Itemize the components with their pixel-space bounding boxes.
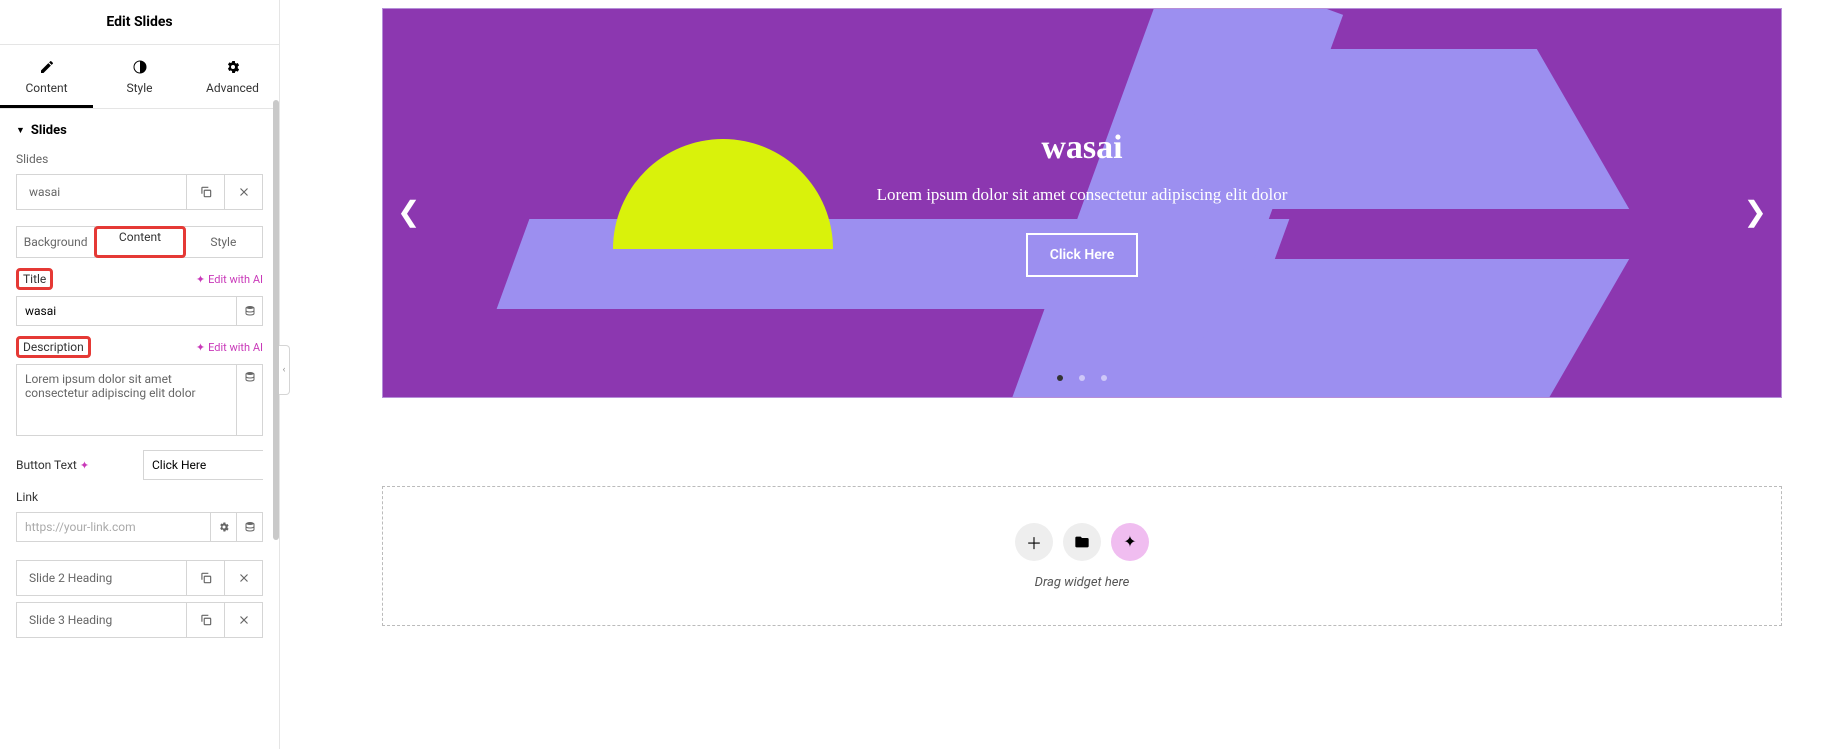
title-label: Title xyxy=(16,268,53,290)
ai-widget-button[interactable]: ✦ xyxy=(1111,523,1149,561)
link-input[interactable] xyxy=(17,513,210,541)
copy-icon xyxy=(199,185,213,199)
gear-icon xyxy=(225,59,241,75)
link-input-wrap xyxy=(16,512,263,542)
main-tabs: Content Style Advanced xyxy=(0,45,279,109)
dynamic-tag-link[interactable] xyxy=(236,513,262,541)
edit-with-ai-description[interactable]: ✦Edit with AI xyxy=(196,341,263,354)
description-input-wrap: Lorem ipsum dolor sit amet consectetur a… xyxy=(16,364,263,436)
slide-item[interactable]: Slide 3 Heading xyxy=(16,602,263,638)
slider-widget[interactable]: wasai Lorem ipsum dolor sit amet consect… xyxy=(382,8,1782,398)
slider-dot[interactable] xyxy=(1079,375,1085,381)
slide-content: wasai Lorem ipsum dolor sit amet consect… xyxy=(383,129,1781,277)
dropzone-buttons: ＋ ✦ xyxy=(1015,523,1149,561)
slide-title: wasai xyxy=(383,129,1781,167)
slider-dots xyxy=(383,366,1781,385)
editor-sidebar: Edit Slides Content Style Advanced Slide… xyxy=(0,0,280,749)
duplicate-slide-button[interactable] xyxy=(186,175,224,209)
slide-item-active[interactable]: wasai xyxy=(16,174,263,210)
pencil-icon xyxy=(39,59,55,75)
copy-icon xyxy=(199,613,213,627)
slide-cta-button[interactable]: Click Here xyxy=(1026,233,1138,277)
database-icon xyxy=(244,371,256,383)
edit-with-ai-title[interactable]: ✦Edit with AI xyxy=(196,273,263,286)
slide-description: Lorem ipsum dolor sit amet consectetur a… xyxy=(383,185,1781,205)
plus-icon: ＋ xyxy=(1026,530,1042,554)
section-slides-toggle[interactable]: Slides xyxy=(16,123,263,138)
database-icon xyxy=(244,305,256,317)
button-text-row: Button Text ✦ xyxy=(16,450,263,480)
add-widget-button[interactable]: ＋ xyxy=(1015,523,1053,561)
widget-dropzone[interactable]: ＋ ✦ Drag widget here xyxy=(382,486,1782,626)
template-library-button[interactable] xyxy=(1063,523,1101,561)
preview-canvas: wasai Lorem ipsum dolor sit amet consect… xyxy=(280,0,1826,749)
slide-item-name: Slide 2 Heading xyxy=(17,561,186,595)
slide-item-name: wasai xyxy=(17,175,186,209)
button-text-label: Button Text ✦ xyxy=(16,458,133,472)
tab-advanced[interactable]: Advanced xyxy=(186,45,279,108)
sparkle-icon: ✦ xyxy=(1123,532,1136,551)
description-input[interactable]: Lorem ipsum dolor sit amet consectetur a… xyxy=(17,365,236,435)
link-options-button[interactable] xyxy=(210,513,236,541)
description-label: Description xyxy=(16,336,91,358)
collapse-sidebar-handle[interactable]: ‹ xyxy=(279,345,290,395)
inner-tab-background[interactable]: Background xyxy=(17,227,95,257)
tab-style[interactable]: Style xyxy=(93,45,186,108)
sparkle-icon: ✦ xyxy=(196,273,205,286)
slide-item-name: Slide 3 Heading xyxy=(17,603,186,637)
scrollbar-thumb[interactable] xyxy=(273,100,279,540)
title-field-row: Title ✦Edit with AI xyxy=(16,268,263,290)
database-icon xyxy=(244,521,256,533)
delete-slide-button[interactable] xyxy=(224,175,262,209)
slider-prev-button[interactable]: ❮ xyxy=(397,195,420,228)
tab-advanced-label: Advanced xyxy=(206,81,259,95)
button-text-input-wrap xyxy=(143,450,263,480)
tab-style-label: Style xyxy=(126,81,152,95)
dropzone-label: Drag widget here xyxy=(1035,575,1130,590)
close-icon xyxy=(237,571,251,585)
inner-tab-style[interactable]: Style xyxy=(185,227,262,257)
slider-dot[interactable] xyxy=(1101,375,1107,381)
slide-item[interactable]: Slide 2 Heading xyxy=(16,560,263,596)
copy-icon xyxy=(199,571,213,585)
button-text-input[interactable] xyxy=(144,451,279,479)
duplicate-slide-button[interactable] xyxy=(186,561,224,595)
slide-inner-tabs: Background Content Style xyxy=(16,226,263,258)
title-input[interactable] xyxy=(17,297,236,325)
sparkle-icon: ✦ xyxy=(196,341,205,354)
panel: Slides Slides wasai Background Content S… xyxy=(0,109,279,749)
dynamic-tag-description[interactable] xyxy=(236,365,262,435)
delete-slide-button[interactable] xyxy=(224,603,262,637)
slides-label: Slides xyxy=(16,152,263,166)
delete-slide-button[interactable] xyxy=(224,561,262,595)
close-icon xyxy=(237,185,251,199)
link-label: Link xyxy=(16,490,263,504)
dynamic-tag-title[interactable] xyxy=(236,297,262,325)
sparkle-icon[interactable]: ✦ xyxy=(80,459,89,472)
gear-icon xyxy=(218,521,230,533)
slider-next-button[interactable]: ❯ xyxy=(1744,195,1767,228)
folder-icon xyxy=(1074,534,1090,550)
title-input-wrap xyxy=(16,296,263,326)
half-circle-icon xyxy=(132,59,148,75)
slider-dot[interactable] xyxy=(1057,375,1063,381)
description-field-row: Description ✦Edit with AI xyxy=(16,336,263,358)
duplicate-slide-button[interactable] xyxy=(186,603,224,637)
sidebar-title: Edit Slides xyxy=(0,0,279,45)
inner-tab-content[interactable]: Content xyxy=(94,226,185,258)
tab-content-label: Content xyxy=(25,81,67,95)
tab-content[interactable]: Content xyxy=(0,45,93,108)
close-icon xyxy=(237,613,251,627)
